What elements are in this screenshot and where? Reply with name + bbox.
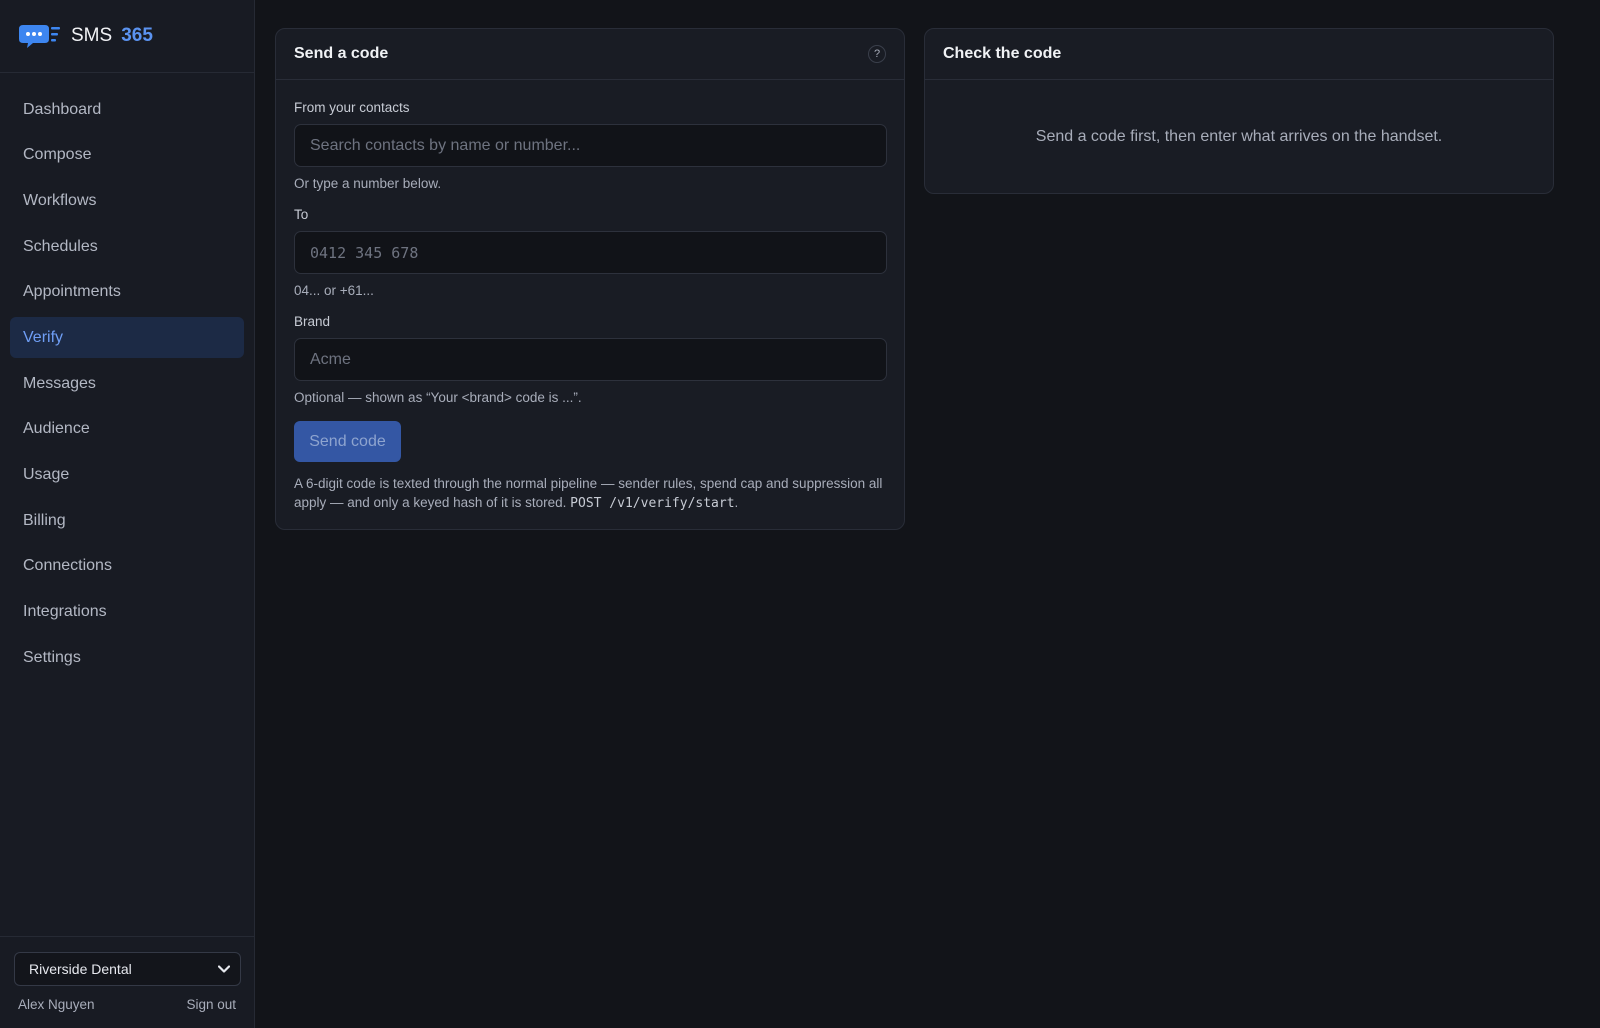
sidebar-item-schedules[interactable]: Schedules: [10, 226, 244, 267]
sidebar-item-messages[interactable]: Messages: [10, 363, 244, 404]
send-code-card: Send a code ? From your contacts Search …: [275, 28, 905, 530]
sidebar-item-connections[interactable]: Connections: [10, 546, 244, 587]
footnote-period: .: [734, 494, 739, 510]
to-phone-input[interactable]: 0412 345 678: [294, 231, 887, 274]
brand-name: SMS: [71, 25, 113, 46]
send-code-button[interactable]: Send code: [294, 421, 401, 462]
send-code-footnote: A 6-digit code is texted through the nor…: [294, 475, 884, 513]
sidebar-footer: Riverside Dental Alex Nguyen Sign out: [0, 936, 254, 1028]
check-code-card-header: Check the code: [925, 29, 1553, 80]
user-name: Alex Nguyen: [18, 997, 95, 1012]
brand-input[interactable]: Acme: [294, 338, 887, 381]
contacts-search-input[interactable]: Search contacts by name or number...: [294, 124, 887, 167]
sidebar-item-billing[interactable]: Billing: [10, 500, 244, 541]
organization-select-value: Riverside Dental: [29, 961, 132, 977]
sidebar-item-compose[interactable]: Compose: [10, 135, 244, 176]
sidebar-nav: Dashboard Compose Workflows Schedules Ap…: [0, 73, 254, 678]
check-code-card: Check the code Send a code first, then e…: [924, 28, 1554, 194]
send-code-card-header: Send a code ?: [276, 29, 904, 80]
sidebar-item-dashboard[interactable]: Dashboard: [10, 89, 244, 130]
check-code-empty-message: Send a code first, then enter what arriv…: [1035, 128, 1443, 145]
sidebar-item-verify[interactable]: Verify: [10, 317, 244, 359]
sidebar-item-usage[interactable]: Usage: [10, 455, 244, 496]
sidebar-item-appointments[interactable]: Appointments: [10, 272, 244, 313]
sidebar-item-audience[interactable]: Audience: [10, 409, 244, 450]
contacts-hint: Or type a number below.: [294, 176, 442, 191]
contacts-label: From your contacts: [294, 100, 410, 115]
sidebar-item-settings[interactable]: Settings: [10, 637, 244, 678]
organization-select[interactable]: Riverside Dental: [14, 952, 241, 986]
help-icon[interactable]: ?: [868, 45, 886, 63]
api-endpoint: POST /v1/verify/start: [570, 495, 735, 511]
check-code-title: Check the code: [943, 45, 1062, 62]
chat-bubble-icon: [19, 22, 61, 50]
sign-out-link[interactable]: Sign out: [186, 997, 236, 1012]
brand-logo[interactable]: SMS 365: [0, 0, 254, 73]
brand-label: Brand: [294, 314, 331, 329]
sidebar-item-workflows[interactable]: Workflows: [10, 180, 244, 221]
send-code-title: Send a code: [294, 45, 389, 62]
sidebar: SMS 365 Dashboard Compose Workflows Sche…: [0, 0, 255, 1028]
brand-number: 365: [121, 25, 153, 46]
to-label: To: [294, 207, 309, 222]
sidebar-item-integrations[interactable]: Integrations: [10, 592, 244, 633]
brand-hint: Optional — shown as “Your <brand> code i…: [294, 390, 582, 405]
chevron-down-icon: [218, 965, 230, 973]
to-hint: 04... or +61...: [294, 283, 374, 298]
